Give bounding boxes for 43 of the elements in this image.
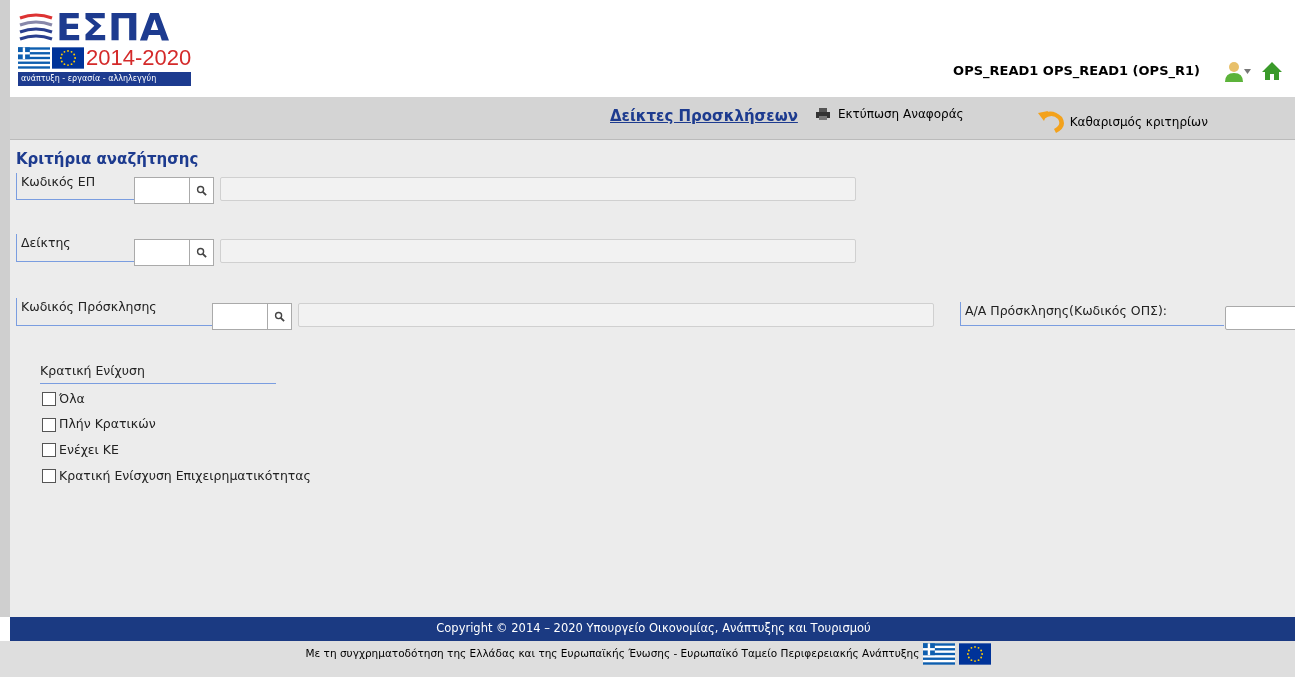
option-label: Πλήν Κρατικών bbox=[59, 415, 156, 434]
option-label: Κρατική Ενίσχυση Επιχειρηματικότητας bbox=[59, 466, 311, 485]
logo-years: 2014-2020 bbox=[86, 46, 192, 70]
greek-flag-icon bbox=[18, 47, 50, 69]
eu-flag-icon bbox=[959, 643, 992, 665]
logo-motto: ανάπτυξη - εργασία - αλληλεγγύη bbox=[18, 72, 192, 86]
greek-flag-icon bbox=[923, 643, 956, 665]
caret-icon bbox=[1244, 68, 1251, 74]
section-label: Κρατική Ενίχυση bbox=[40, 361, 276, 384]
checkbox[interactable] bbox=[42, 417, 56, 432]
code-input-field[interactable] bbox=[212, 302, 292, 330]
footer-copyright: Copyright © 2014 – 2020 Υπουργείο Οικονομίας, Ανάπτυξης και Τουρισμού bbox=[10, 617, 1295, 641]
user-icon bbox=[1224, 60, 1244, 82]
search-icon bbox=[196, 247, 207, 258]
call-number-field[interactable] bbox=[1225, 305, 1295, 330]
checkbox-option[interactable]: Ενέχει ΚΕ bbox=[42, 441, 1295, 460]
user-name: OPS_READ1 OPS_READ1 (OPS_R1) bbox=[953, 62, 1200, 81]
search-icon bbox=[196, 185, 207, 197]
field-label: Α/Α Πρόσκλησης(Κωδικός ΟΠΣ): bbox=[960, 302, 1224, 326]
checkbox-option[interactable]: Όλα bbox=[42, 389, 1295, 409]
search-heading: Κριτήρια αναζήτησης bbox=[16, 149, 200, 170]
option-label: Όλα bbox=[59, 389, 85, 408]
code-input-field[interactable] bbox=[134, 177, 214, 205]
print-button[interactable]: Εκτύπωση Αναφοράς bbox=[815, 105, 964, 123]
checkbox[interactable] bbox=[42, 469, 56, 484]
eu-flag-icon bbox=[52, 47, 84, 69]
search-icon bbox=[274, 310, 285, 322]
option-label: Ενέχει ΚΕ bbox=[59, 441, 119, 459]
waves-icon bbox=[18, 12, 54, 42]
user-menu-button[interactable] bbox=[1224, 60, 1251, 82]
home-icon bbox=[1261, 61, 1283, 81]
checkbox-option[interactable]: Κρατική Ενίσχυση Επιχειρηματικότητας bbox=[42, 466, 1295, 486]
field-label: Κωδικός Πρόσκλησης bbox=[16, 298, 212, 326]
checkbox-option[interactable]: Πλήν Κρατικών bbox=[42, 415, 1295, 434]
checkbox[interactable] bbox=[42, 443, 56, 458]
checkbox[interactable] bbox=[42, 391, 56, 406]
page-title-link[interactable]: Δείκτες Προσκλήσεων bbox=[610, 105, 798, 128]
clear-criteria-button[interactable]: Καθαρισμός κριτηρίων bbox=[1035, 109, 1208, 135]
funding-note: Με τη συγχρηματοδότηση της Ελλάδας και της Ευρωπαϊκής Ένωσης - Ευρωπαϊκό Ταμείο Περιφερειακής Ανάπτυξης bbox=[305, 646, 920, 661]
printer-icon bbox=[815, 108, 830, 120]
home-button[interactable] bbox=[1261, 61, 1283, 81]
logo-title: ΕΣΠΑ bbox=[56, 8, 170, 46]
code-input-field[interactable] bbox=[134, 239, 214, 266]
